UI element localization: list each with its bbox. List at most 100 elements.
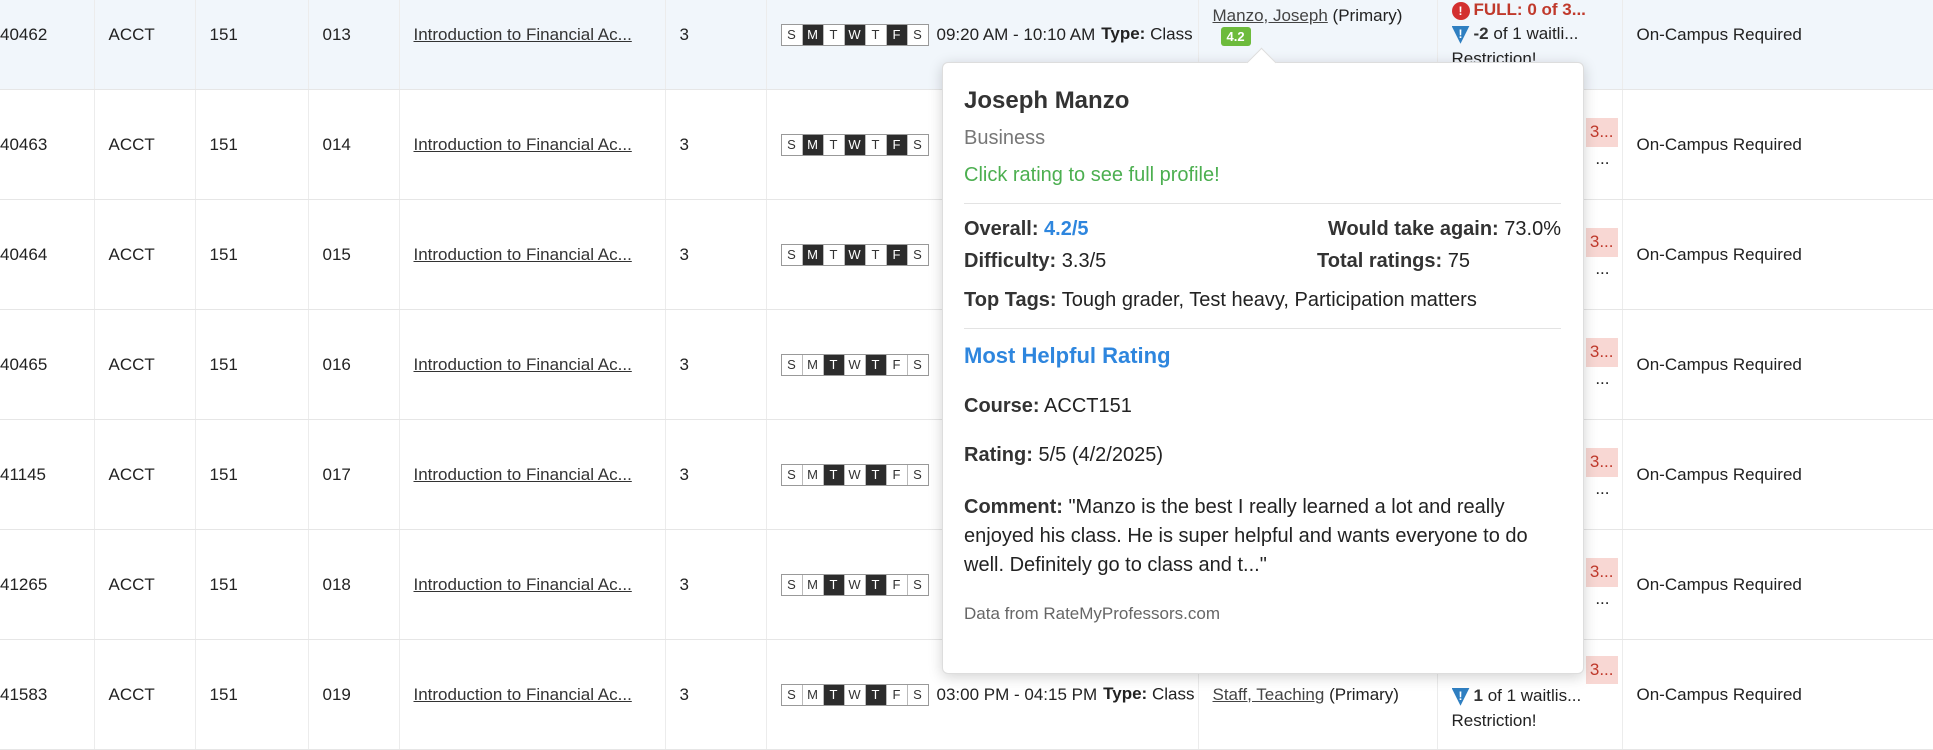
course-title-link[interactable]: Introduction to Financial Ac... xyxy=(414,25,632,44)
day-box: T xyxy=(823,354,845,375)
campus-cell: On-Campus Required xyxy=(1622,309,1933,420)
day-box: T xyxy=(865,134,887,155)
rated-course: Course: ACCT151 xyxy=(964,395,1561,418)
day-box: W xyxy=(844,134,866,155)
day-box: M xyxy=(802,24,824,45)
course-value: ACCT151 xyxy=(1044,395,1132,417)
top-tags: Top Tags: Tough grader, Test heavy, Part… xyxy=(964,289,1561,312)
crn-cell: 41583 xyxy=(0,639,95,750)
course-title-link[interactable]: Introduction to Financial Ac... xyxy=(414,465,632,484)
would-take-again-value: 73.0% xyxy=(1504,218,1561,240)
subject-cell: ACCT xyxy=(94,419,196,530)
crn-cell: 40463 xyxy=(0,89,95,200)
rating-comment: Comment: "Manzo is the best I really lea… xyxy=(964,493,1561,580)
seats-text: 0 of 3... xyxy=(1527,0,1586,19)
meeting-days: SMTWTFS xyxy=(780,683,929,706)
day-box: M xyxy=(802,464,824,485)
stats-row-2: Difficulty: 3.3/5 Total ratings: 75 xyxy=(964,250,1561,273)
section-cell: 019 xyxy=(308,639,400,750)
data-source-note: Data from RateMyProfessors.com xyxy=(964,604,1221,623)
day-box: S xyxy=(781,464,803,485)
title-cell: Introduction to Financial Ac... xyxy=(399,639,666,750)
total-ratings-label: Total ratings: xyxy=(1317,250,1443,272)
section-cell: 016 xyxy=(308,309,400,420)
credits-cell: 3 xyxy=(665,309,767,420)
meeting-time: 03:00 PM - 04:15 PM xyxy=(936,684,1098,704)
day-box: W xyxy=(844,464,866,485)
subject-cell: ACCT xyxy=(94,309,196,420)
rating-value: 5/5 (4/2/2025) xyxy=(1038,444,1163,466)
campus-cell: On-Campus Required xyxy=(1622,639,1933,750)
instructor-rating-badge[interactable]: 4.2 xyxy=(1220,26,1251,46)
day-box: S xyxy=(781,354,803,375)
difficulty-label: Difficulty: xyxy=(964,250,1057,272)
day-box: T xyxy=(865,574,887,595)
waitlist-icon: ! xyxy=(1451,25,1470,44)
campus-cell: On-Campus Required xyxy=(1622,419,1933,530)
course-number-cell: 151 xyxy=(195,419,309,530)
waitlist-text: of 1 waitlis... xyxy=(1487,686,1582,706)
day-box: F xyxy=(886,574,908,595)
overall-label: Overall: xyxy=(964,218,1039,240)
credits-cell: 3 xyxy=(665,199,767,310)
title-cell: Introduction to Financial Ac... xyxy=(399,529,666,640)
subject-cell: ACCT xyxy=(94,199,196,310)
course-title-link[interactable]: Introduction to Financial Ac... xyxy=(414,135,632,154)
day-box: M xyxy=(802,574,824,595)
day-box: W xyxy=(844,24,866,45)
day-box: F xyxy=(886,134,908,155)
day-box: T xyxy=(865,244,887,265)
instructor-link[interactable]: Manzo, Joseph xyxy=(1213,6,1328,25)
course-number-cell: 151 xyxy=(195,309,309,420)
campus-cell: On-Campus Required xyxy=(1622,529,1933,640)
credits-cell: 3 xyxy=(665,639,767,750)
crn-cell: 40464 xyxy=(0,199,95,310)
type-value: Class xyxy=(1150,23,1193,43)
seats-status: FULL: xyxy=(1473,0,1523,19)
day-box: F xyxy=(886,244,908,265)
stats-row-1: Overall: 4.2/5 Would take again: 73.0% xyxy=(964,218,1561,241)
title-cell: Introduction to Financial Ac... xyxy=(399,419,666,530)
type-value: Class xyxy=(1151,683,1195,703)
course-number-cell: 151 xyxy=(195,89,309,200)
day-box: F xyxy=(886,354,908,375)
course-number-cell: 151 xyxy=(195,0,309,90)
course-title-link[interactable]: Introduction to Financial Ac... xyxy=(414,575,632,594)
meeting-time: 09:20 AM - 10:10 AM xyxy=(936,24,1096,44)
crn-cell: 40462 xyxy=(0,0,95,90)
day-box: S xyxy=(907,244,928,265)
day-box: T xyxy=(823,24,845,45)
day-box: W xyxy=(844,574,866,595)
seat-availability: ! FULL: 0 of 3...! -2 of 1 waitli... Restri… xyxy=(1451,0,1622,71)
total-ratings-value: 75 xyxy=(1447,250,1470,272)
instructor-link[interactable]: Staff, Teaching xyxy=(1213,685,1325,704)
day-box: T xyxy=(823,574,845,595)
meeting-days: SMTWTFS xyxy=(780,23,929,46)
meeting-days: SMTWTFS xyxy=(780,133,929,156)
course-title-link[interactable]: Introduction to Financial Ac... xyxy=(414,245,632,264)
course-title-link[interactable]: Introduction to Financial Ac... xyxy=(414,685,632,704)
title-cell: Introduction to Financial Ac... xyxy=(399,89,666,200)
course-title-link[interactable]: Introduction to Financial Ac... xyxy=(414,355,632,374)
full-profile-link[interactable]: Click rating to see full profile! xyxy=(964,164,1561,187)
meeting-days: SMTWTFS xyxy=(780,463,929,486)
crn-cell: 41265 xyxy=(0,529,95,640)
seats-pill: 3... xyxy=(1585,557,1618,587)
day-box: T xyxy=(865,684,887,705)
waitlist-icon: ! xyxy=(1451,687,1470,706)
rating-line: Rating: 5/5 (4/2/2025) xyxy=(964,444,1561,467)
meeting-days: SMTWTFS xyxy=(780,243,929,266)
subject-cell: ACCT xyxy=(94,529,196,640)
section-cell: 015 xyxy=(308,199,400,310)
crn-cell: 41145 xyxy=(0,419,95,530)
credits-cell: 3 xyxy=(665,529,767,640)
rating-label: Rating: xyxy=(964,444,1033,466)
top-tags-label: Top Tags: xyxy=(964,289,1057,311)
day-box: S xyxy=(781,684,803,705)
day-box: S xyxy=(907,134,928,155)
day-box: T xyxy=(823,244,845,265)
divider xyxy=(964,203,1561,204)
day-box: S xyxy=(907,354,928,375)
professor-department: Business xyxy=(964,127,1046,149)
day-box: F xyxy=(886,684,908,705)
